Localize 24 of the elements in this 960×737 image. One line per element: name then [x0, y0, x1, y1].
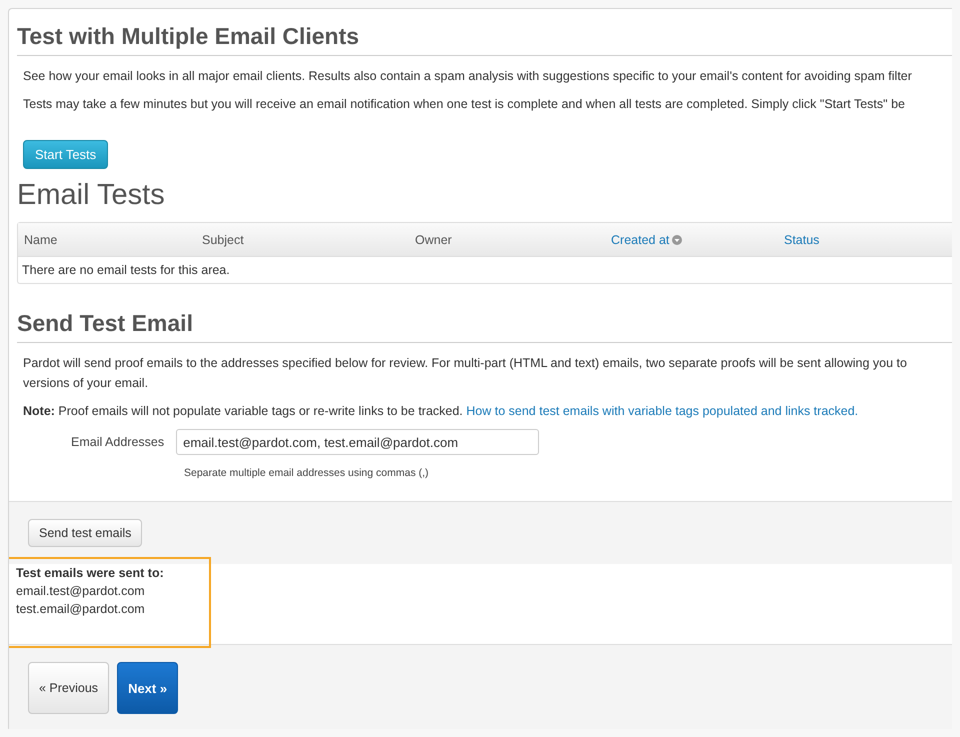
column-header: Name [24, 232, 58, 246]
field-label: Email Addresses [71, 435, 164, 449]
sort-link[interactable]: Created at [611, 232, 784, 246]
description-text: Tests may take a few minutes but you will receive an email notification when one test is complete and when all tests are completed. Simply click "Start Tests" be [22, 96, 906, 113]
help-link[interactable]: How to send test emails with variable tags populated and links tracked. [466, 404, 858, 418]
sort-down-icon [672, 234, 682, 244]
section-heading: Send Test Email [17, 306, 952, 343]
column-header: Subject [202, 232, 245, 246]
page-heading: Email Tests [17, 178, 166, 213]
description-text: Pardot will send proof emails to the addresses specified below for review. For multi-part (HTML and text) emails, two separate proofs will be sent allowing you to versions of your email. [22, 355, 908, 392]
result-heading: Test emails were sent to: [16, 566, 165, 580]
previous-button[interactable]: « Previous [28, 662, 110, 714]
description-text: See how your email looks in all major email clients. Results also contain a spam analysis with suggestions specific to your email's content for avoiding spam filter [22, 68, 913, 85]
help-text: Separate multiple email addresses using commas (,) [183, 466, 430, 479]
email-address: email.test@pardot.com [16, 584, 146, 598]
next-button[interactable]: Next » [117, 662, 178, 714]
section-heading: Test with Multiple Email Clients [17, 19, 952, 56]
column-header: Owner [415, 232, 453, 246]
email-address: test.email@pardot.com [16, 602, 146, 616]
send-test-emails-button[interactable]: Send test emails [28, 519, 142, 547]
note-text: Note: Proof emails will not populate variable tags or re-write links to be tracked. How to send test emails with variable tags populated and links tracked. [22, 403, 860, 420]
email-addresses-field[interactable]: email.test@pardot.com, test.email@pardot.com [176, 429, 540, 455]
sort-link[interactable]: Status [784, 232, 952, 246]
empty-message: There are no email tests for this area. [21, 262, 231, 279]
